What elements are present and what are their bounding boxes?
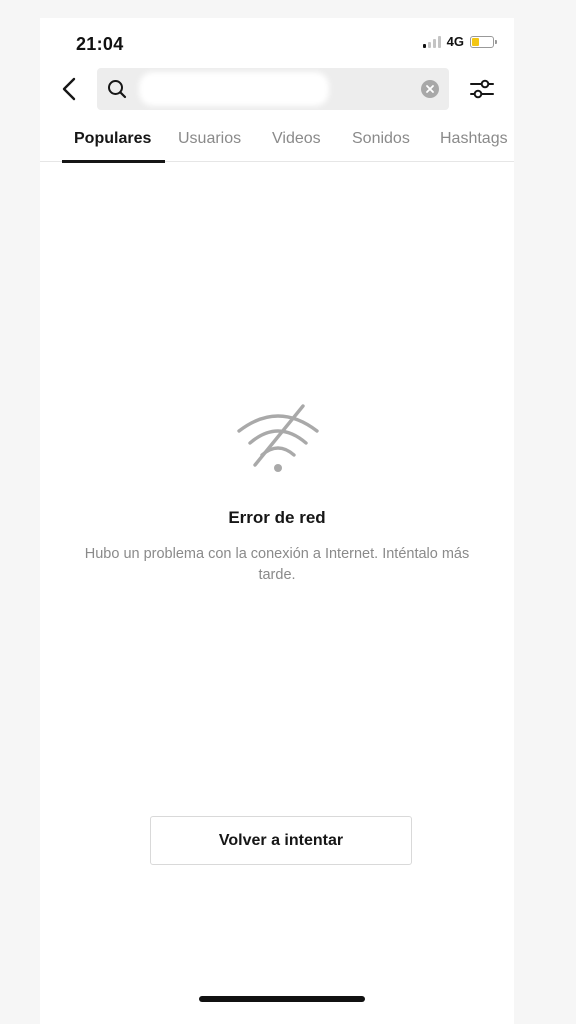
retry-button[interactable]: Volver a intentar (150, 816, 412, 865)
sliders-icon (470, 79, 494, 99)
app-screen: 21:04 4G Populares Usuarios Videos Sonid… (40, 18, 514, 1024)
status-indicators: 4G (422, 34, 497, 49)
signal-icon (422, 35, 441, 48)
tab-sonidos[interactable]: Sonidos (352, 130, 410, 148)
back-button[interactable] (56, 76, 82, 102)
home-indicator[interactable] (199, 996, 365, 1002)
status-time: 21:04 (76, 34, 124, 54)
filter-button[interactable] (468, 75, 496, 103)
network-type: 4G (446, 34, 464, 49)
active-tab-indicator (62, 160, 165, 163)
tab-populares[interactable]: Populares (74, 130, 151, 148)
chevron-left-icon (62, 77, 76, 101)
wifi-off-icon (237, 404, 319, 472)
error-title: Error de red (228, 508, 326, 527)
redacted-query (139, 72, 329, 106)
search-bar[interactable] (97, 67, 449, 111)
clear-icon[interactable] (421, 80, 439, 98)
tab-bar: Populares Usuarios Videos Sonidos Hashta… (40, 122, 514, 163)
tab-hashtags[interactable]: Hashtags (440, 130, 508, 148)
search-icon (107, 79, 127, 99)
battery-level (472, 37, 479, 46)
tab-usuarios[interactable]: Usuarios (178, 130, 241, 148)
error-message: Hubo un problema con la conexión a Inter… (84, 546, 470, 583)
battery-icon (470, 35, 497, 48)
tab-videos[interactable]: Videos (272, 130, 321, 148)
